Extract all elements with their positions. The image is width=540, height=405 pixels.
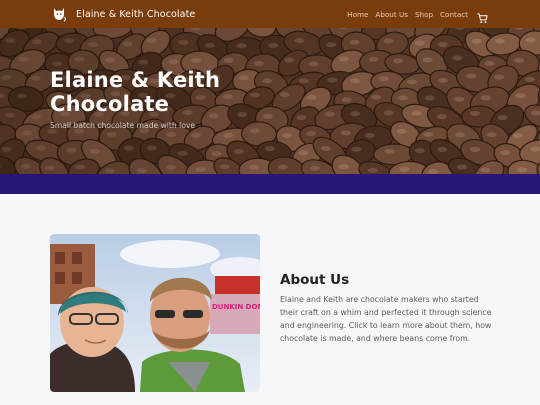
about-title: About Us [280,272,350,288]
photo-sign-text: DUNKIN DONUTS [212,303,260,311]
about-description: Elaine and Keith are chocolate makers wh… [280,295,492,343]
cat-logo-icon [51,6,67,22]
founders-photo: DUNKIN DONUTS [50,234,260,392]
nav-link-home[interactable]: Home [347,10,368,19]
main-nav: Home About Us Shop Contact [340,9,488,23]
brand-link[interactable]: Elaine & Keith Chocolate [51,6,195,22]
nav-link-about[interactable]: About Us [375,10,408,19]
hero-title: Elaine & Keith Chocolate [50,68,221,116]
cart-icon[interactable] [477,9,488,23]
accent-band [0,174,540,194]
navbar: Elaine & Keith Chocolate Home About Us S… [0,0,540,28]
brand-name: Elaine & Keith Chocolate [76,8,196,20]
nav-link-shop[interactable]: Shop [415,10,433,19]
hero-subtitle: Small batch chocolate made with love [50,121,196,130]
hero-banner: Elaine & Keith Chocolate Small batch cho… [0,28,540,174]
nav-link-contact[interactable]: Contact [440,10,468,19]
